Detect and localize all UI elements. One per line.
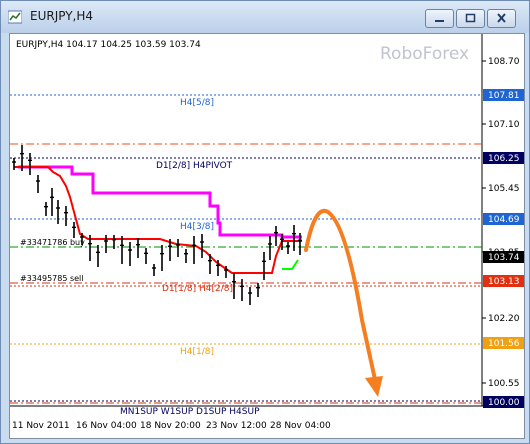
level-label: H4[5/8] — [180, 98, 214, 108]
price-tick: 108.70 — [488, 57, 520, 67]
level-label: D1[1/8] H4[2/8] — [162, 284, 233, 294]
time-tick: 28 Nov 04:00 — [270, 421, 331, 431]
price-tick: 102.20 — [488, 314, 520, 324]
chart-window-icon — [8, 10, 22, 24]
watermark: RoboForex — [380, 44, 469, 64]
price-tag: 107.81 — [488, 91, 520, 101]
green-indicator-line — [282, 259, 299, 270]
price-tag: 100.00 — [488, 398, 520, 408]
terminal-window: EURJPY,H4 EURJPY,H4 104.17 104.25 103.59… — [0, 0, 530, 444]
level-label: H4[1/8] — [180, 347, 214, 357]
forecast-arrow-curve — [304, 208, 378, 386]
price-tag: 104.69 — [488, 215, 520, 225]
time-scale: 11 Nov 2011 16 Nov 04:00 18 Nov 20:00 23… — [12, 421, 331, 431]
price-tick: 105.45 — [488, 184, 520, 194]
price-tag: 103.74 — [488, 253, 520, 263]
price-tick: 107.10 — [488, 120, 520, 130]
minimize-button[interactable] — [425, 9, 454, 28]
time-tick: 18 Nov 20:00 — [140, 421, 201, 431]
price-tag: 101.56 — [488, 339, 520, 349]
title-bar[interactable]: EURJPY,H4 — [1, 1, 529, 33]
close-icon — [497, 13, 506, 23]
time-tick: 16 Nov 04:00 — [76, 421, 137, 431]
time-tick: 11 Nov 2011 — [12, 421, 70, 431]
order-label: #33495785 sell — [20, 274, 84, 283]
level-label: MN1SUP W1SUP D1SUP H4SUP — [120, 407, 260, 417]
price-tag: 103.13 — [488, 277, 520, 287]
level-label: D1[2/8] H4PIVOT — [156, 161, 233, 171]
chart-area[interactable]: EURJPY,H4 104.17 104.25 103.59 103.74 Ro… — [9, 33, 525, 439]
order-label: #33471786 buy — [20, 238, 85, 247]
price-tick: 100.55 — [488, 379, 520, 389]
chart-info: EURJPY,H4 104.17 104.25 103.59 103.74 — [16, 40, 201, 50]
window-title: EURJPY,H4 — [30, 9, 94, 23]
restore-button[interactable] — [456, 9, 485, 28]
price-tag: 106.25 — [488, 154, 520, 164]
murrey-levels: H4[5/8] D1[2/8] H4PIVOT H4[3/8] #3347178… — [10, 94, 482, 417]
forecast-arrow-head — [365, 376, 383, 397]
close-button[interactable] — [487, 9, 516, 28]
time-tick: 23 Nov 12:00 — [206, 421, 267, 431]
minimize-icon — [435, 20, 444, 22]
restore-icon — [465, 13, 476, 23]
price-chart[interactable]: EURJPY,H4 104.17 104.25 103.59 103.74 Ro… — [10, 34, 524, 438]
level-label: H4[3/8] — [180, 222, 214, 232]
